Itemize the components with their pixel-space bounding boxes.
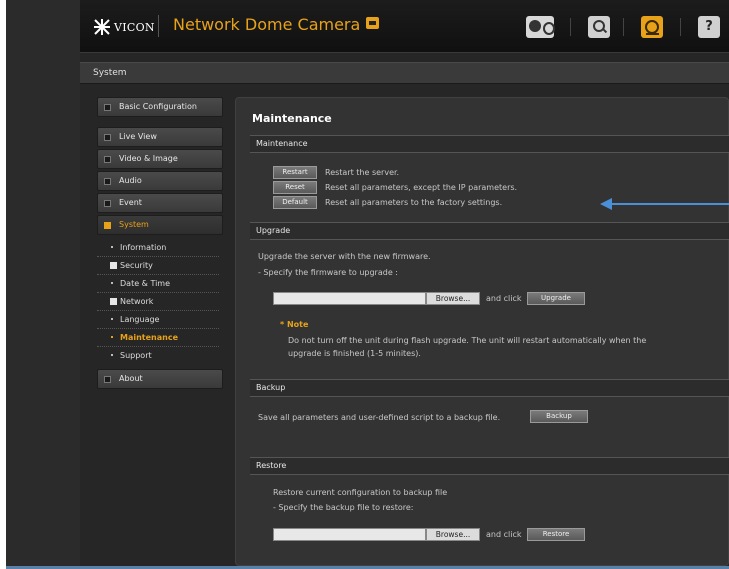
help-icon[interactable]: ? bbox=[698, 16, 720, 38]
restore-specify-text: - Specify the backup file to restore: bbox=[273, 503, 414, 512]
restore-section-header: Restore bbox=[250, 457, 729, 475]
section-header-label: Maintenance bbox=[256, 139, 308, 148]
left-gutter bbox=[6, 0, 80, 566]
upgrade-button[interactable]: Upgrade bbox=[527, 292, 585, 305]
restart-button[interactable]: Restart bbox=[273, 166, 317, 179]
section-header-label: Backup bbox=[256, 383, 286, 392]
bullet-icon bbox=[104, 200, 111, 207]
sidebar-item-label: System bbox=[119, 220, 149, 229]
dot-icon bbox=[111, 318, 113, 320]
bullet-icon bbox=[104, 222, 111, 229]
restart-description: Restart the server. bbox=[325, 168, 400, 177]
firmware-browse-button[interactable]: Browse... bbox=[426, 292, 480, 305]
bullet-icon bbox=[104, 156, 111, 163]
setup-icon[interactable] bbox=[641, 16, 663, 38]
backup-description: Save all parameters and user-defined scr… bbox=[258, 413, 501, 422]
note-title: * Note bbox=[280, 320, 309, 329]
bullet-icon bbox=[104, 104, 111, 111]
upgrade-instruction: Upgrade the server with the new firmware… bbox=[258, 252, 431, 261]
sidebar-item-audio[interactable]: Audio bbox=[97, 171, 223, 191]
reset-description: Reset all parameters, except the IP para… bbox=[325, 183, 518, 192]
firmware-file-input[interactable] bbox=[273, 292, 426, 305]
bullet-icon bbox=[104, 376, 111, 383]
logo-divider bbox=[158, 15, 159, 37]
sidebar-item-label: Audio bbox=[119, 176, 142, 185]
page-title: Maintenance bbox=[252, 112, 332, 125]
subitem-date-time[interactable]: Date & Time bbox=[97, 275, 219, 293]
annotation-arrow bbox=[608, 203, 729, 205]
upgrade-section-header: Upgrade bbox=[250, 222, 729, 240]
vicon-logo: VICON bbox=[93, 17, 155, 37]
subitem-label: Information bbox=[120, 243, 167, 252]
top-bar: VICON Network Dome Camera ? bbox=[80, 0, 729, 53]
maintenance-section-header: Maintenance bbox=[250, 135, 729, 153]
sidebar-item-video-image[interactable]: Video & Image bbox=[97, 149, 223, 169]
sidebar-item-system[interactable]: System bbox=[97, 215, 223, 235]
dot-icon bbox=[111, 246, 113, 248]
toolbar-divider bbox=[680, 18, 681, 36]
camera-web-ui: VICON Network Dome Camera ? System Basic… bbox=[80, 0, 729, 566]
dot-icon bbox=[111, 336, 113, 338]
sidebar-item-label: About bbox=[119, 374, 143, 383]
note-line-2: upgrade is finished (1-5 minites). bbox=[288, 349, 421, 358]
backup-button[interactable]: Backup bbox=[530, 410, 588, 423]
dot-icon bbox=[111, 282, 113, 284]
vicon-logo-icon bbox=[94, 19, 110, 35]
restore-browse-button[interactable]: Browse... bbox=[426, 528, 480, 541]
sidebar-item-about[interactable]: About bbox=[97, 369, 223, 389]
maintenance-panel: Maintenance Maintenance Restart Restart … bbox=[235, 97, 729, 566]
and-click-text: and click bbox=[486, 294, 522, 303]
subitem-maintenance[interactable]: Maintenance bbox=[97, 329, 219, 347]
backup-file-input[interactable] bbox=[273, 528, 426, 541]
and-click-text: and click bbox=[486, 530, 522, 539]
expand-square-icon bbox=[110, 262, 117, 269]
subitem-security[interactable]: Security bbox=[97, 257, 219, 275]
app-title-text: Network Dome Camera bbox=[173, 15, 361, 34]
logo-text: VICON bbox=[114, 20, 155, 34]
toolbar-divider bbox=[570, 18, 571, 36]
sidebar-item-event[interactable]: Event bbox=[97, 193, 223, 213]
sidebar-item-basic-configuration[interactable]: Basic Configuration bbox=[97, 97, 223, 117]
subitem-support[interactable]: Support bbox=[97, 347, 219, 365]
sidebar-item-label: Live View bbox=[119, 132, 157, 141]
note-line-1: Do not turn off the unit during flash up… bbox=[288, 336, 647, 345]
section-title: System bbox=[93, 68, 127, 78]
app-title: Network Dome Camera bbox=[173, 15, 380, 34]
subitem-information[interactable]: Information bbox=[97, 239, 219, 257]
sidebar: Basic Configuration Live View Video & Im… bbox=[97, 97, 223, 391]
system-submenu: Information Security Date & Time Network… bbox=[97, 239, 223, 365]
search-icon[interactable] bbox=[588, 16, 610, 38]
subitem-language[interactable]: Language bbox=[97, 311, 219, 329]
reset-button[interactable]: Reset bbox=[273, 181, 317, 194]
section-header-label: Upgrade bbox=[256, 226, 291, 235]
restore-button[interactable]: Restore bbox=[527, 528, 585, 541]
bullet-icon bbox=[104, 178, 111, 185]
subitem-label: Network bbox=[120, 297, 154, 306]
subitem-label: Language bbox=[120, 315, 160, 324]
sidebar-item-label: Basic Configuration bbox=[119, 102, 197, 111]
backup-section-header: Backup bbox=[250, 379, 729, 397]
default-description: Reset all parameters to the factory sett… bbox=[325, 198, 503, 207]
live-view-icon[interactable] bbox=[526, 16, 555, 38]
dot-icon bbox=[111, 354, 113, 356]
subitem-label: Support bbox=[120, 351, 152, 360]
title-badge-icon bbox=[366, 17, 380, 29]
subitem-label: Date & Time bbox=[120, 279, 171, 288]
subitem-label: Security bbox=[120, 261, 153, 270]
expand-square-icon bbox=[110, 298, 117, 305]
toolbar-divider bbox=[623, 18, 624, 36]
sidebar-item-live-view[interactable]: Live View bbox=[97, 127, 223, 147]
section-header-label: Restore bbox=[256, 461, 287, 470]
subitem-label: Maintenance bbox=[120, 333, 179, 342]
restore-description: Restore current configuration to backup … bbox=[273, 488, 448, 497]
subitem-network[interactable]: Network bbox=[97, 293, 219, 311]
sidebar-item-label: Event bbox=[119, 198, 142, 207]
sidebar-item-label: Video & Image bbox=[119, 154, 178, 163]
upgrade-specify-text: - Specify the firmware to upgrade : bbox=[258, 268, 398, 277]
section-bar: System bbox=[80, 62, 729, 84]
bullet-icon bbox=[104, 134, 111, 141]
default-button[interactable]: Default bbox=[273, 196, 317, 209]
